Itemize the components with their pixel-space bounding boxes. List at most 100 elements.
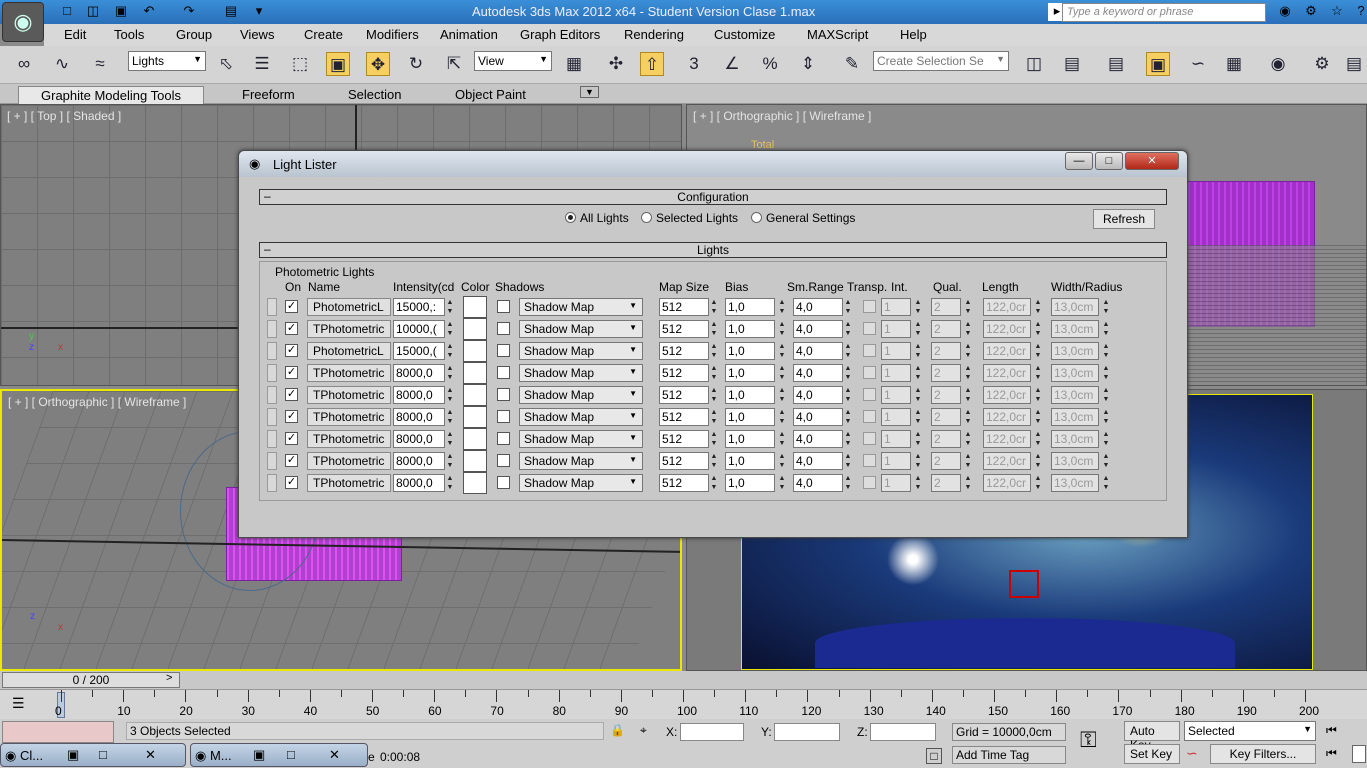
spinner-arrows-icon[interactable]: ▲ ▼: [913, 452, 923, 470]
shadow-checkbox[interactable]: [497, 476, 510, 489]
spinner-arrows-icon[interactable]: ▲ ▼: [963, 430, 973, 448]
restore-icon[interactable]: ▣: [67, 747, 79, 763]
intensity-input[interactable]: 15000,:: [393, 298, 445, 316]
light-name-button[interactable]: TPhotometric: [307, 320, 391, 338]
bias-input[interactable]: 1,0: [725, 474, 775, 492]
bias-input[interactable]: 1,0: [725, 320, 775, 338]
on-checkbox[interactable]: ✓: [285, 432, 298, 445]
shadow-checkbox[interactable]: [497, 410, 510, 423]
taskbar-item-m[interactable]: ◉ M... ▣ □ ✕: [190, 743, 368, 767]
spinner-snap-icon[interactable]: ⇕: [796, 52, 820, 76]
intensity-input[interactable]: 8000,0: [393, 430, 445, 448]
transform-gizmo[interactable]: [1009, 570, 1039, 598]
spinner-arrows-icon[interactable]: ▲ ▼: [709, 386, 719, 404]
render-setup-icon[interactable]: ⚙: [1310, 52, 1334, 76]
go-to-start-icon[interactable]: ⏮: [1326, 746, 1337, 761]
spinner-arrows-icon[interactable]: ▲ ▼: [963, 408, 973, 426]
intensity-input[interactable]: 8000,0: [393, 386, 445, 404]
length-input[interactable]: 122,0cr: [983, 386, 1031, 404]
shadow-checkbox[interactable]: [497, 432, 510, 445]
spinner-arrows-icon[interactable]: ▲ ▼: [913, 386, 923, 404]
maximize-icon[interactable]: □: [1095, 152, 1123, 170]
project-folder-icon[interactable]: ▤: [222, 3, 240, 21]
int-input[interactable]: 1: [881, 474, 911, 492]
spinner-arrows-icon[interactable]: ▲ ▼: [777, 386, 787, 404]
spinner-arrows-icon[interactable]: ▲ ▼: [777, 430, 787, 448]
sm-range-input[interactable]: 4,0: [793, 320, 843, 338]
time-slider[interactable]: 0 / 200: [2, 672, 180, 688]
edit-named-sets-icon[interactable]: ✎: [840, 52, 864, 76]
spinner-arrows-icon[interactable]: ▲ ▼: [445, 320, 455, 338]
frame-field[interactable]: [1352, 745, 1366, 763]
menu-group[interactable]: Group: [176, 27, 212, 42]
spinner-arrows-icon[interactable]: ▲ ▼: [843, 320, 853, 338]
key-icon[interactable]: ⚿: [1080, 727, 1097, 753]
intensity-input[interactable]: 8000,0: [393, 452, 445, 470]
refresh-button[interactable]: Refresh: [1093, 209, 1155, 229]
link-icon[interactable]: ∞: [12, 52, 36, 76]
bias-input[interactable]: 1,0: [725, 408, 775, 426]
transparency-checkbox[interactable]: [863, 476, 876, 489]
close-icon[interactable]: ✕: [1125, 152, 1179, 170]
width-radius-input[interactable]: 13,0cm: [1051, 320, 1099, 338]
viewport-label[interactable]: [ + ] [ Orthographic ] [ Wireframe ]: [693, 109, 871, 123]
go-to-start-icon[interactable]: ⏮: [1326, 723, 1337, 738]
selection-filter-dropdown[interactable]: Lights ▼: [128, 51, 206, 71]
spinner-arrows-icon[interactable]: ▲ ▼: [1033, 364, 1043, 382]
shadow-type-dropdown[interactable]: Shadow Map ▼: [519, 386, 643, 404]
map-size-input[interactable]: 512: [659, 452, 709, 470]
window-crossing-icon[interactable]: ▣: [326, 52, 350, 76]
spinner-arrows-icon[interactable]: ▲ ▼: [445, 474, 455, 492]
spinner-arrows-icon[interactable]: ▲ ▼: [843, 364, 853, 382]
spinner-arrows-icon[interactable]: ▲ ▼: [1101, 320, 1111, 338]
tab-freeform[interactable]: Freeform: [242, 87, 295, 102]
spinner-arrows-icon[interactable]: ▲ ▼: [843, 430, 853, 448]
curve-editor-icon[interactable]: ∽: [1186, 52, 1210, 76]
key-tangent-icon[interactable]: ∽: [1186, 745, 1198, 762]
row-select-handle[interactable]: [267, 364, 277, 382]
spinner-arrows-icon[interactable]: ▲ ▼: [1101, 474, 1111, 492]
select-manipulate-icon[interactable]: ✣: [604, 52, 628, 76]
light-name-button[interactable]: TPhotometric: [307, 430, 391, 448]
shadow-type-dropdown[interactable]: Shadow Map ▼: [519, 320, 643, 338]
color-swatch[interactable]: [463, 362, 487, 384]
width-radius-input[interactable]: 13,0cm: [1051, 342, 1099, 360]
rendered-frame-icon[interactable]: ▤: [1342, 52, 1366, 76]
spinner-arrows-icon[interactable]: ▲ ▼: [963, 342, 973, 360]
z-coordinate-input[interactable]: [870, 723, 936, 741]
spinner-arrows-icon[interactable]: ▲ ▼: [709, 364, 719, 382]
spinner-arrows-icon[interactable]: ▲ ▼: [913, 430, 923, 448]
spinner-arrows-icon[interactable]: ▲ ▼: [777, 408, 787, 426]
help-icon[interactable]: ?: [1352, 3, 1367, 21]
spinner-arrows-icon[interactable]: ▲ ▼: [963, 320, 973, 338]
width-radius-input[interactable]: 13,0cm: [1051, 386, 1099, 404]
map-size-input[interactable]: 512: [659, 298, 709, 316]
map-size-input[interactable]: 512: [659, 364, 709, 382]
light-name-button[interactable]: TPhotometric: [307, 452, 391, 470]
map-size-input[interactable]: 512: [659, 474, 709, 492]
light-name-button[interactable]: TPhotometric: [307, 364, 391, 382]
spinner-arrows-icon[interactable]: ▲ ▼: [913, 320, 923, 338]
viewport-label[interactable]: [ + ] [ Orthographic ] [ Wireframe ]: [8, 395, 186, 409]
spinner-arrows-icon[interactable]: ▲ ▼: [777, 364, 787, 382]
on-checkbox[interactable]: ✓: [285, 322, 298, 335]
spinner-arrows-icon[interactable]: ▲ ▼: [445, 386, 455, 404]
on-checkbox[interactable]: ✓: [285, 344, 298, 357]
menu-customize[interactable]: Customize: [714, 27, 775, 42]
shadow-checkbox[interactable]: [497, 366, 510, 379]
shadow-checkbox[interactable]: [497, 344, 510, 357]
row-select-handle[interactable]: [267, 320, 277, 338]
angle-snap-icon[interactable]: ∠: [720, 52, 744, 76]
ribbon-options-icon[interactable]: ▼: [580, 86, 599, 98]
spinner-arrows-icon[interactable]: ▲ ▼: [445, 452, 455, 470]
restore-icon[interactable]: ▣: [253, 747, 265, 763]
spinner-arrows-icon[interactable]: ▲ ▼: [963, 452, 973, 470]
length-input[interactable]: 122,0cr: [983, 452, 1031, 470]
viewport-label[interactable]: [ + ] [ Top ] [ Shaded ]: [7, 109, 121, 123]
color-swatch[interactable]: [463, 318, 487, 340]
spinner-arrows-icon[interactable]: ▲ ▼: [913, 474, 923, 492]
shadow-type-dropdown[interactable]: Shadow Map ▼: [519, 298, 643, 316]
mirror-icon[interactable]: ◫: [1022, 52, 1046, 76]
spinner-arrows-icon[interactable]: ▲ ▼: [777, 342, 787, 360]
spinner-arrows-icon[interactable]: ▲ ▼: [843, 342, 853, 360]
